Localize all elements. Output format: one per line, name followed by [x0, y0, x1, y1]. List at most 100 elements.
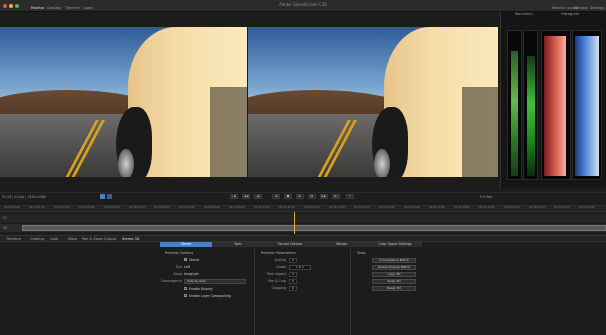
track-label: V1 [3, 216, 8, 220]
wheel-rim [374, 149, 390, 177]
reset-3d-button[interactable]: Reset 3D [372, 286, 416, 291]
waveform-scope-green [523, 30, 538, 180]
ruler-tick-label: 00:00:00:00 [4, 206, 20, 209]
menu-timeline[interactable]: Timeline [65, 6, 80, 10]
view-toggle-icon[interactable] [100, 194, 105, 199]
pan-crop-field[interactable]: 0 [289, 279, 297, 284]
ruler-tick-label: 00:00:20:00 [504, 206, 520, 209]
step-back-button[interactable]: ◀| [254, 194, 262, 199]
ruler-tick-label: 00:00:10:00 [254, 206, 270, 209]
ruler-tick-label: 00:00:18:00 [454, 206, 470, 209]
enable-display-label: Enable Display [189, 287, 213, 291]
ruler-tick-label: 00:00:07:00 [179, 206, 195, 209]
ruler-tick-label: 00:00:09:00 [229, 206, 245, 209]
split-view-icon[interactable] [107, 194, 112, 199]
enable-compositing-checkbox[interactable] [184, 294, 187, 297]
eye-value[interactable]: Left [184, 265, 190, 269]
pixel-aspect-field[interactable]: 1 [289, 272, 297, 277]
menu-window[interactable]: Window [574, 6, 588, 10]
enable-compositing-label: Enable Layer Compositing [189, 294, 231, 298]
stereo-subtabs: Stereo Tools Format Options Render Color… [160, 242, 422, 247]
menu-looks[interactable]: Looks [83, 6, 93, 10]
display-mode-dropdown[interactable]: Side-by-Side [184, 279, 246, 284]
menu-monitor[interactable]: Monitor [31, 6, 44, 10]
ruler-tick-label: 00:00:14:00 [354, 206, 370, 209]
subtab-render[interactable]: Render [316, 242, 368, 247]
menu-desktop[interactable]: Desktop [47, 6, 61, 10]
waveform-scope-red [507, 30, 522, 180]
timeline-clip[interactable] [22, 225, 606, 231]
display-mode-label: Convergence [160, 279, 182, 283]
next-shot-button[interactable]: ▶▶ [320, 194, 328, 199]
ruler-tick-label: 00:00:05:00 [129, 206, 145, 209]
global-change-match-button[interactable]: Global Change Match [372, 265, 416, 270]
histogram-title: Histogram [561, 12, 580, 16]
go-end-button[interactable]: ▶| [332, 194, 340, 199]
ruler-tick-label: 00:00:04:00 [104, 206, 120, 209]
ruler-tick-label: 00:00:02:00 [54, 206, 70, 209]
tab-mask[interactable]: Mask [68, 237, 77, 241]
ruler-tick-label: 00:00:22:00 [554, 206, 570, 209]
ruler-tick-label: 00:00:19:00 [479, 206, 495, 209]
ruler-tick-label: 00:00:23:00 [579, 206, 595, 209]
ruler-tick-label: 00:00:15:00 [379, 206, 395, 209]
grade-label: Grade [276, 265, 286, 269]
waveform-title: Waveform [515, 12, 533, 16]
playhead[interactable] [294, 212, 295, 234]
preview-parameters-section: Preview Parameters Scaling 0 Grade L R C… [256, 249, 351, 335]
subtab-tools[interactable]: Tools [212, 242, 264, 247]
scaling-field[interactable]: 0 [289, 258, 297, 263]
cropping-label: Cropping [271, 286, 286, 290]
resolution-label: Full Res [480, 195, 493, 199]
play-reverse-button[interactable]: ◀ [272, 194, 280, 199]
enable-display-checkbox[interactable] [184, 287, 187, 290]
preview-options-section: Preview Options Stereo Eye Left Swap Ana… [160, 249, 255, 335]
ruler-tick-label: 00:00:17:00 [429, 206, 445, 209]
scaling-label: Scaling [274, 258, 286, 262]
ruler-tick-label: 00:00:03:00 [79, 206, 95, 209]
swap-3d-button[interactable]: Swap 3D [372, 279, 416, 284]
ruler-tick-label: 00:00:08:00 [204, 206, 220, 209]
panel-tabs: Timeline Grading Look Mask Pan & Zoom Ou… [0, 235, 606, 242]
preview-parameters-heading: Preview Parameters [261, 251, 296, 255]
menu-settings[interactable]: Settings [590, 6, 604, 10]
play-button[interactable]: ▶ [296, 194, 304, 199]
pixel-aspect-label: Pixel Aspect [266, 272, 286, 276]
histogram-scope-blue [572, 30, 602, 180]
convergence-match-button[interactable]: Convergence Match [372, 258, 416, 263]
subtab-color-space[interactable]: Color Space Settings [368, 242, 422, 247]
tab-stereo-3d[interactable]: Stereo 3D [122, 237, 139, 241]
step-forward-button[interactable]: |▶ [308, 194, 316, 199]
timeline-track-1[interactable]: V1 [0, 214, 606, 223]
copy-3d-button[interactable]: Copy 3D [372, 272, 416, 277]
tab-look[interactable]: Look [50, 237, 58, 241]
scopes-panel: Waveform Histogram [500, 12, 606, 188]
tab-timeline[interactable]: Timeline [6, 237, 21, 241]
subtab-format-options[interactable]: Format Options [264, 242, 316, 247]
eye-label: Eye [176, 265, 182, 269]
ruler-tick-label: 00:00:06:00 [154, 206, 170, 209]
preview-options-heading: Preview Options [165, 251, 194, 255]
subtab-stereo[interactable]: Stereo [160, 242, 212, 247]
tools-heading: Tools [357, 251, 366, 255]
stop-button[interactable]: ■ [284, 194, 292, 199]
ruler-tick-label: 00:00:01:00 [29, 206, 45, 209]
swap-value[interactable]: Anaglyph [184, 272, 199, 276]
go-start-button[interactable]: |◀ [230, 194, 238, 199]
histogram-scope-red [541, 30, 571, 180]
stereo-checkbox[interactable] [184, 258, 187, 261]
viewer-left[interactable] [0, 27, 247, 177]
tab-grading[interactable]: Grading [30, 237, 44, 241]
viewer-right[interactable] [248, 27, 498, 177]
prev-shot-button[interactable]: ◀◀ [242, 194, 250, 199]
tab-pan-zoom[interactable]: Pan & Zoom [82, 237, 103, 241]
track-label: V2 [3, 226, 8, 230]
ruler-tick-label: 00:00:16:00 [404, 206, 420, 209]
tab-output[interactable]: Output [104, 237, 116, 241]
grade-eye-selector[interactable]: L R C [289, 265, 311, 270]
loop-button[interactable]: ↻ [346, 194, 354, 199]
swap-label: Swap [173, 272, 182, 276]
clip-info: 01:24 | 24 fps | 1920×1080 [2, 195, 47, 199]
cropping-field[interactable]: 0 [289, 286, 297, 291]
ruler-tick-label: 00:00:12:00 [304, 206, 320, 209]
